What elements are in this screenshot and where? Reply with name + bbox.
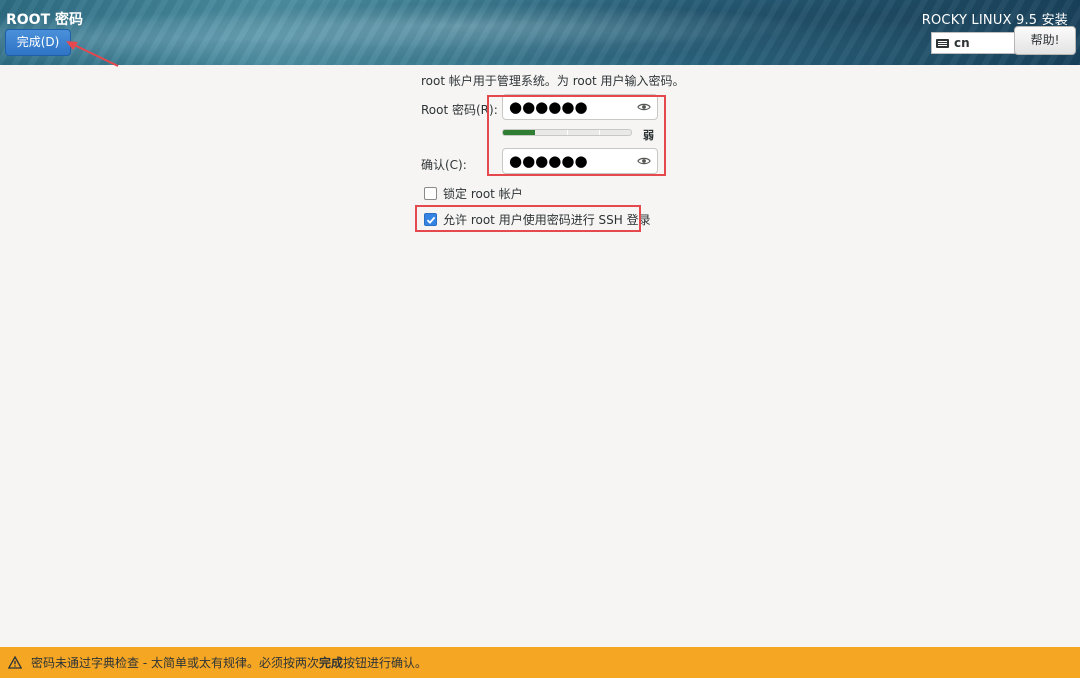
keyboard-layout-label: cn bbox=[954, 36, 970, 50]
root-password-value: ●●●●●● bbox=[509, 97, 588, 116]
password-strength-label: 弱 bbox=[643, 129, 654, 142]
installer-window: ROOT 密码 完成(D) ROCKY LINUX 9.5 安装 cn 帮助! … bbox=[0, 0, 1080, 678]
password-strength-meter bbox=[502, 129, 632, 136]
allow-ssh-label: 允许 root 用户使用密码进行 SSH 登录 bbox=[443, 213, 651, 227]
header-banner: ROOT 密码 完成(D) ROCKY LINUX 9.5 安装 cn 帮助! bbox=[0, 0, 1080, 65]
allow-ssh-option[interactable]: 允许 root 用户使用密码进行 SSH 登录 bbox=[424, 211, 651, 228]
warning-icon bbox=[8, 656, 22, 669]
annotation-arrow-icon bbox=[66, 41, 119, 67]
help-button[interactable]: 帮助! bbox=[1014, 26, 1076, 55]
keyboard-layout-indicator[interactable]: cn bbox=[931, 32, 1015, 54]
keyboard-icon bbox=[936, 38, 949, 48]
lock-root-checkbox[interactable] bbox=[424, 187, 437, 200]
warning-status-bar[interactable]: 密码未通过字典检查 - 太简单或太有规律。必须按两次完成按钮进行确认。 bbox=[0, 647, 1080, 678]
confirm-password-label: 确认(C): bbox=[421, 158, 467, 172]
confirm-password-value: ●●●●●● bbox=[509, 151, 588, 170]
show-confirm-eye-icon[interactable] bbox=[637, 154, 651, 168]
password-strength-fill bbox=[503, 130, 535, 135]
form-description: root 帐户用于管理系统。为 root 用户输入密码。 bbox=[421, 74, 685, 88]
page-title: ROOT 密码 bbox=[6, 12, 84, 28]
show-password-eye-icon[interactable] bbox=[637, 100, 651, 114]
warning-message: 密码未通过字典检查 - 太简单或太有规律。必须按两次完成按钮进行确认。 bbox=[31, 656, 427, 670]
lock-root-option[interactable]: 锁定 root 帐户 bbox=[424, 185, 523, 202]
confirm-password-input[interactable]: ●●●●●● bbox=[502, 148, 658, 174]
allow-ssh-checkbox[interactable] bbox=[424, 213, 437, 226]
root-password-input[interactable]: ●●●●●● bbox=[502, 94, 658, 120]
root-password-label: Root 密码(R): bbox=[421, 103, 498, 117]
lock-root-label: 锁定 root 帐户 bbox=[443, 187, 523, 201]
checkmark-icon bbox=[426, 216, 435, 224]
